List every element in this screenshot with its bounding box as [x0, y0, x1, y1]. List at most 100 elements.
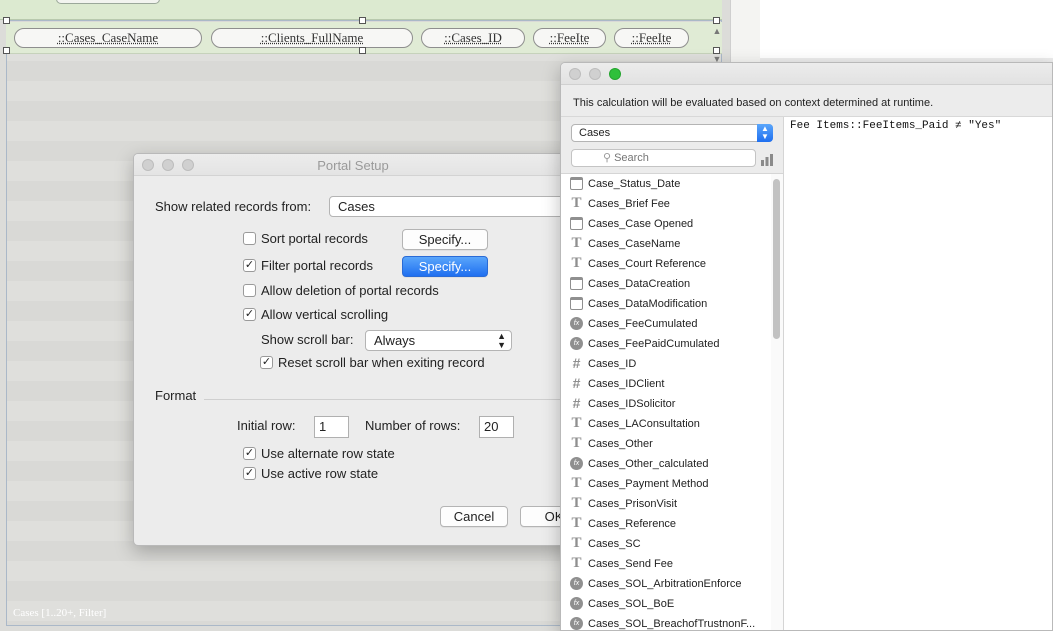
field-list-item-label: Case_Status_Date — [588, 178, 681, 190]
field-list-item[interactable]: T Cases_Brief Fee — [561, 194, 771, 214]
field-list-item[interactable]: fx Cases_FeeCumulated — [561, 314, 771, 334]
calculation-field-icon: fx — [570, 577, 583, 590]
filter-checkbox[interactable]: ✓ — [243, 259, 256, 272]
field-search-input[interactable] — [614, 152, 725, 164]
minimize-icon[interactable] — [589, 68, 601, 80]
scrollbar-thumb[interactable] — [773, 179, 780, 339]
sort-label: Sort portal records — [261, 231, 368, 246]
field-list-scrollbar[interactable] — [771, 174, 783, 630]
field-list-item[interactable]: fx Cases_SOL_ArbitrationEnforce — [561, 574, 771, 594]
field-list-item-label: Cases_Payment Method — [588, 478, 709, 490]
portal-field-fee-item-1[interactable]: ::FeeIte — [533, 28, 606, 48]
date-field-icon — [570, 297, 583, 310]
context-description: This calculation will be evaluated based… — [573, 97, 934, 109]
field-list-item-label: Cases_DataModification — [588, 298, 708, 310]
field-list-item[interactable]: # Cases_ID — [561, 354, 771, 374]
field-list-item[interactable]: T Cases_PrisonVisit — [561, 494, 771, 514]
allow-scrolling-checkbox[interactable]: ✓ — [243, 308, 256, 321]
text-field-icon: T — [571, 495, 582, 511]
field-list-item[interactable]: T Cases_Send Fee — [561, 554, 771, 574]
field-list-item[interactable]: Cases_DataModification — [561, 294, 771, 314]
initial-row-input[interactable]: 1 — [314, 416, 349, 438]
sort-specify-button[interactable]: Specify... — [402, 229, 488, 250]
text-field-icon: T — [571, 435, 582, 451]
selection-handle[interactable] — [713, 17, 720, 24]
formula-editor[interactable]: Fee Items::FeeItems_Paid ≠ "Yes" — [783, 117, 1052, 630]
field-list-item[interactable]: # Cases_IDClient — [561, 374, 771, 394]
field-list-item[interactable]: Case_Status_Date — [561, 174, 771, 194]
scroll-bar-value: Always — [374, 333, 416, 348]
field-list-item[interactable]: fx Cases_SOL_BreachofTrustnonF... — [561, 614, 771, 630]
format-section-label: Format — [155, 388, 197, 403]
field-list-item[interactable]: Cases_Case Opened — [561, 214, 771, 234]
reset-scroll-label: Reset scroll bar when exiting record — [278, 355, 485, 370]
date-field-icon — [570, 177, 583, 190]
show-scroll-bar-label: Show scroll bar: — [261, 332, 354, 347]
calculation-field-icon: fx — [570, 337, 583, 350]
number-field-icon: # — [572, 395, 581, 411]
field-list-item-label: Cases_IDClient — [588, 378, 665, 390]
blank-area — [760, 0, 1053, 58]
field-list-item-label: Cases_CaseName — [588, 238, 681, 250]
text-field-icon: T — [571, 235, 582, 251]
sort-checkbox[interactable] — [243, 232, 256, 245]
cancel-button[interactable]: Cancel — [440, 506, 508, 527]
field-list-item[interactable]: # Cases_IDSolicitor — [561, 394, 771, 414]
text-field-icon: T — [571, 195, 582, 211]
active-row-checkbox[interactable]: ✓ — [243, 467, 256, 480]
portal-scroll-arrows-icon: ▲ ▼ — [712, 26, 722, 64]
field-list-item-label: Cases_LAConsultation — [588, 418, 700, 430]
field-list-item-label: Cases_Brief Fee — [588, 198, 670, 210]
field-list-item-label: Cases_Reference — [588, 518, 677, 530]
field-list-item-label: Cases_Other_calculated — [588, 458, 709, 470]
field-list-item[interactable]: T Cases_Other — [561, 434, 771, 454]
portal-field-fee-item-2[interactable]: ::FeeIte — [614, 28, 689, 48]
close-icon[interactable] — [569, 68, 581, 80]
portal-field-case-name[interactable]: ::Cases_CaseName — [14, 28, 202, 48]
field-list-item[interactable]: fx Cases_FeePaidCumulated — [561, 334, 771, 354]
field-search-box[interactable]: ⚲ — [571, 149, 756, 167]
allow-deletion-checkbox[interactable] — [243, 284, 256, 297]
header-object[interactable] — [56, 0, 160, 4]
sort-order-icon[interactable] — [760, 152, 774, 166]
field-list-item[interactable]: T Cases_CaseName — [561, 234, 771, 254]
number-of-rows-input[interactable]: 20 — [479, 416, 514, 438]
selection-handle[interactable] — [359, 47, 366, 54]
field-list-item[interactable]: T Cases_Payment Method — [561, 474, 771, 494]
field-list-item[interactable]: Cases_DataCreation — [561, 274, 771, 294]
number-field-icon: # — [572, 355, 581, 371]
scroll-bar-select[interactable]: Always ▲ ▼ — [365, 330, 512, 351]
portal-field-client-name[interactable]: ::Clients_FullName — [211, 28, 413, 48]
field-list-item[interactable]: fx Cases_Other_calculated — [561, 454, 771, 474]
filter-specify-button[interactable]: Specify... — [402, 256, 488, 277]
reset-scroll-checkbox[interactable]: ✓ — [260, 356, 273, 369]
field-list-item-label: Cases_Send Fee — [588, 558, 673, 570]
alternate-row-label: Use alternate row state — [261, 446, 395, 461]
selection-handle[interactable] — [359, 17, 366, 24]
field-list-item[interactable]: T Cases_Court Reference — [561, 254, 771, 274]
selection-handle[interactable] — [3, 47, 10, 54]
field-list-item[interactable]: T Cases_LAConsultation — [561, 414, 771, 434]
filter-label: Filter portal records — [261, 258, 373, 273]
field-list-item-label: Cases_SOL_ArbitrationEnforce — [588, 578, 742, 590]
active-row-label: Use active row state — [261, 466, 379, 481]
related-table-select[interactable]: Cases — [329, 196, 572, 217]
table-select[interactable]: Cases ▲ ▼ — [571, 124, 773, 142]
portal-info-label: Cases [1..20+, Filter] — [13, 607, 107, 619]
formula-text[interactable]: Fee Items::FeeItems_Paid ≠ "Yes" — [790, 120, 1001, 132]
format-divider — [204, 399, 572, 400]
text-field-icon: T — [571, 475, 582, 491]
zoom-icon[interactable] — [609, 68, 621, 80]
field-list-item[interactable]: T Cases_Reference — [561, 514, 771, 534]
number-of-rows-label: Number of rows: — [365, 418, 461, 433]
field-list-item[interactable]: T Cases_SC — [561, 534, 771, 554]
field-list-item[interactable]: fx Cases_SOL_BoE — [561, 594, 771, 614]
field-list-item-label: Cases_FeePaidCumulated — [588, 338, 720, 350]
field-list-item-label: Cases_Other — [588, 438, 653, 450]
field-list-item-label: Cases_PrisonVisit — [588, 498, 678, 510]
text-field-icon: T — [571, 555, 582, 571]
portal-field-case-id[interactable]: ::Cases_ID — [421, 28, 525, 48]
selection-handle[interactable] — [3, 17, 10, 24]
alternate-row-checkbox[interactable]: ✓ — [243, 447, 256, 460]
field-list[interactable]: Case_Status_Date T Cases_Brief Fee Cases_Ca… — [561, 173, 783, 630]
